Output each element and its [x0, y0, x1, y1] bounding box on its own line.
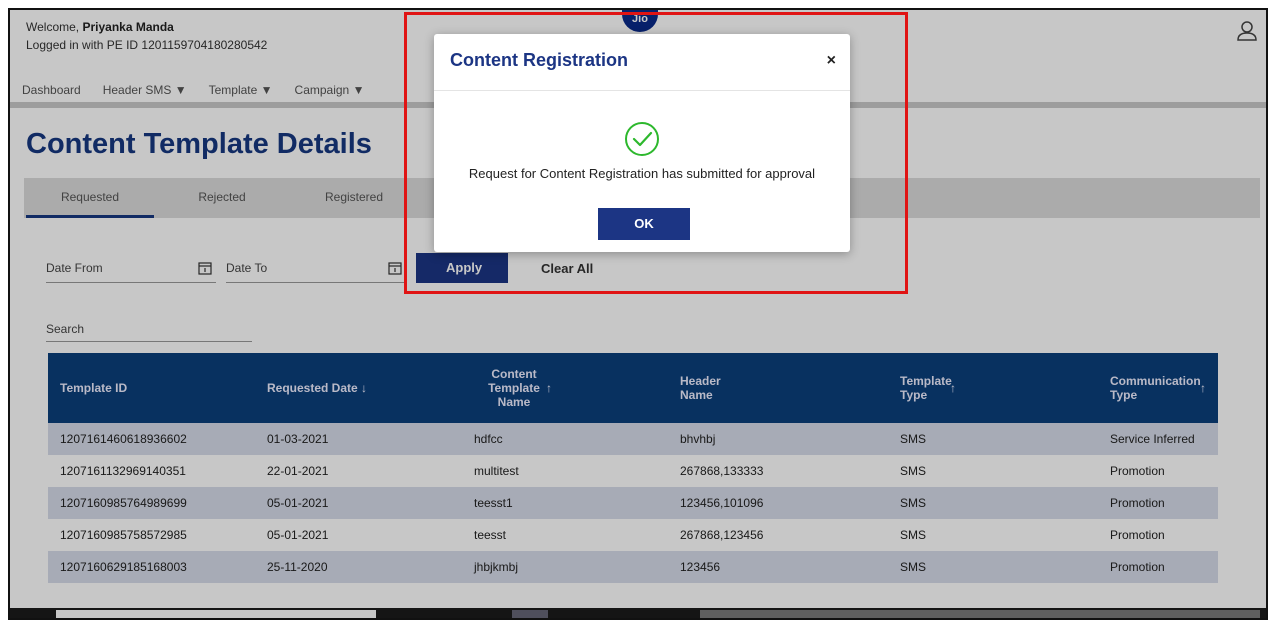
dialog-message: Request for Content Registration has sub… — [468, 166, 816, 181]
app-frame: Welcome, Priyanka Manda Logged in with P… — [8, 8, 1268, 620]
ok-button[interactable]: OK — [598, 208, 690, 240]
dialog-title: Content Registration — [450, 50, 628, 70]
close-icon[interactable]: × — [827, 52, 836, 70]
dialog-divider — [434, 90, 850, 91]
content-registration-dialog: Content Registration × Request for Conte… — [434, 34, 850, 252]
success-check-icon — [625, 122, 659, 156]
